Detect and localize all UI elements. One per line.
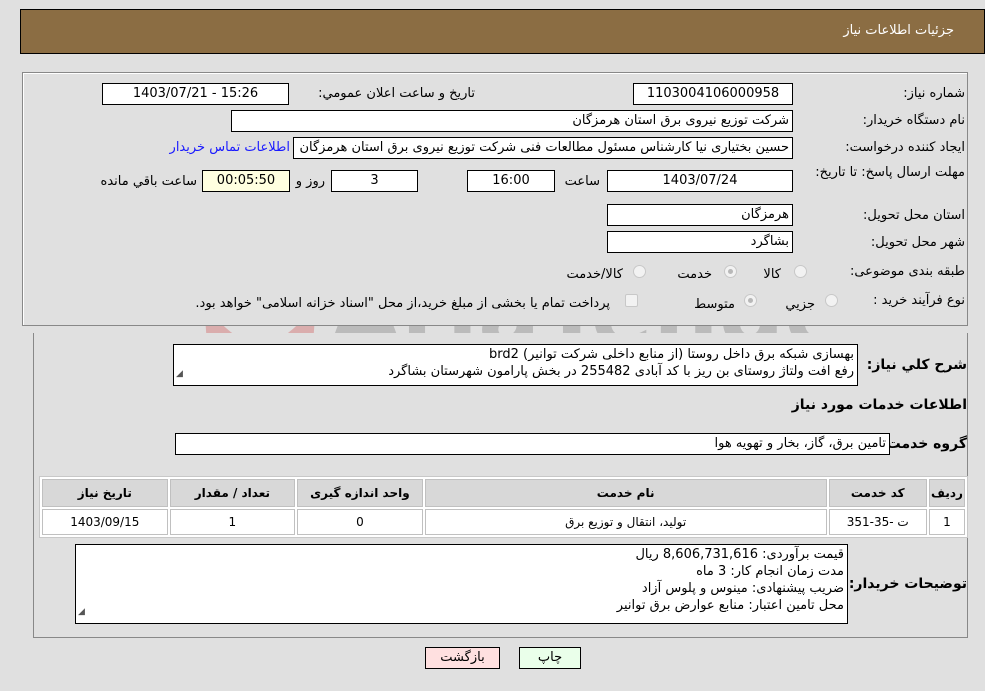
purchase-type-label: نوع فرآيند خريد : <box>873 293 965 308</box>
buyer-notes-textarea[interactable]: قیمت برآوردی: 8,606,731,616 ریال مدت زما… <box>75 544 848 624</box>
table-header-row: رديف کد خدمت نام خدمت واحد اندازه گيری ت… <box>42 479 965 507</box>
description-line-2: رفع افت ولتاژ روستای بن ریز با کد آبادی … <box>388 364 854 379</box>
print-button[interactable]: چاپ <box>519 647 581 669</box>
col-quantity: تعداد / مقدار <box>169 479 296 507</box>
description-line-1: بهسازی شبکه برق داخل روستا (از منابع داخ… <box>489 347 854 362</box>
deadline-time-field: 16:00 <box>467 170 555 192</box>
col-service-code: کد خدمت <box>828 479 927 507</box>
category-radio-goods[interactable] <box>794 265 807 278</box>
requester-field: حسین بختیاری نیا کارشناس مسئول مطالعات ف… <box>293 137 793 159</box>
time-remaining-label: ساعت باقي مانده <box>100 174 197 189</box>
purchase-type-option-medium: متوسط <box>694 297 735 312</box>
buyer-org-field: شرکت توزیع نیروی برق استان هرمزگان <box>231 110 793 132</box>
announce-datetime-label: تاریخ و ساعت اعلان عمومي: <box>318 86 475 101</box>
time-remaining-field: 00:05:50 <box>202 170 290 192</box>
services-section-title: اطلاعات خدمات مورد نياز <box>791 397 967 413</box>
treasury-checkbox[interactable] <box>625 294 638 307</box>
service-group-label: گروه خدمت: <box>881 436 967 452</box>
description-textarea[interactable]: بهسازی شبکه برق داخل روستا (از منابع داخ… <box>173 344 858 386</box>
announce-datetime-field: 1403/07/21 - 15:26 <box>102 83 289 105</box>
category-option-service: خدمت <box>677 267 712 282</box>
province-label: استان محل تحويل: <box>863 208 965 223</box>
col-row-number: رديف <box>928 479 965 507</box>
province-field: هرمزگان <box>607 204 793 226</box>
deadline-time-label: ساعت <box>564 174 600 189</box>
cell-unit: 0 <box>297 509 423 535</box>
resize-grip-icon[interactable]: ◢ <box>78 604 85 621</box>
buyer-notes-line-3: ضریب پیشنهادی: مینوس و پلوس آزاد <box>641 581 844 596</box>
services-table: رديف کد خدمت نام خدمت واحد اندازه گيری ت… <box>39 476 968 538</box>
col-service-name: نام خدمت <box>424 479 827 507</box>
deadline-date-field: 1403/07/24 <box>607 170 793 192</box>
page-header: جزئیات اطلاعات نیاز <box>20 9 985 54</box>
cell-service-name: توليد، انتقال و توزيع برق <box>424 509 827 535</box>
buyer-org-label: نام دستگاه خريدار: <box>862 113 965 128</box>
purchase-type-radio-minor[interactable] <box>825 294 838 307</box>
requester-label: ايجاد کننده درخواست: <box>845 140 965 155</box>
category-label: طبقه بندی موضوعی: <box>849 264 965 279</box>
service-group-field: تامين برق، گاز، بخار و تهويه هوا <box>175 433 890 455</box>
buyer-notes-label: توضيحات خريدار: <box>848 576 967 592</box>
purchase-type-radio-medium[interactable] <box>744 294 757 307</box>
category-radio-service[interactable] <box>724 265 737 278</box>
city-field: بشاگرد <box>607 231 793 253</box>
cell-service-code: ت -35-351 <box>828 509 927 535</box>
buyer-notes-line-2: مدت زمان انجام کار: 3 ماه <box>696 564 844 579</box>
cell-quantity: 1 <box>169 509 296 535</box>
back-button[interactable]: بازگشت <box>425 647 500 669</box>
days-remaining-field: 3 <box>331 170 418 192</box>
buyer-notes-line-4: محل تامین اعتبار: منابع عوارض برق توانیر <box>616 598 844 613</box>
col-unit: واحد اندازه گيری <box>297 479 423 507</box>
city-label: شهر محل تحويل: <box>870 235 965 250</box>
need-number-label: شماره نیاز: <box>903 86 965 101</box>
page-title: جزئیات اطلاعات نیاز <box>843 23 954 38</box>
buyer-notes-line-1: قیمت برآوردی: 8,606,731,616 ریال <box>635 547 844 562</box>
deadline-label: مهلت ارسال پاسخ: تا تاريخ: <box>815 165 965 180</box>
treasury-note: پرداخت تمام يا بخشی از مبلغ خريد،از محل … <box>195 296 610 311</box>
category-radio-goods-service[interactable] <box>633 265 646 278</box>
category-option-goods-service: کالا/خدمت <box>566 267 623 282</box>
category-option-goods: کالا <box>763 267 781 282</box>
purchase-type-option-minor: جزيي <box>785 297 815 312</box>
col-need-date: تاريخ نياز <box>42 479 168 507</box>
need-number-field: 1103004106000958 <box>633 83 793 105</box>
resize-grip-icon[interactable]: ◢ <box>176 366 183 383</box>
cell-need-date: 1403/09/15 <box>42 509 168 535</box>
description-label: شرح كلي نياز: <box>866 357 967 373</box>
days-label: روز و <box>295 174 325 189</box>
table-row: 1 ت -35-351 توليد، انتقال و توزيع برق 0 … <box>42 509 965 535</box>
cell-row-number: 1 <box>928 509 965 535</box>
buyer-contact-link[interactable]: اطلاعات تماس خريدار <box>170 140 290 155</box>
